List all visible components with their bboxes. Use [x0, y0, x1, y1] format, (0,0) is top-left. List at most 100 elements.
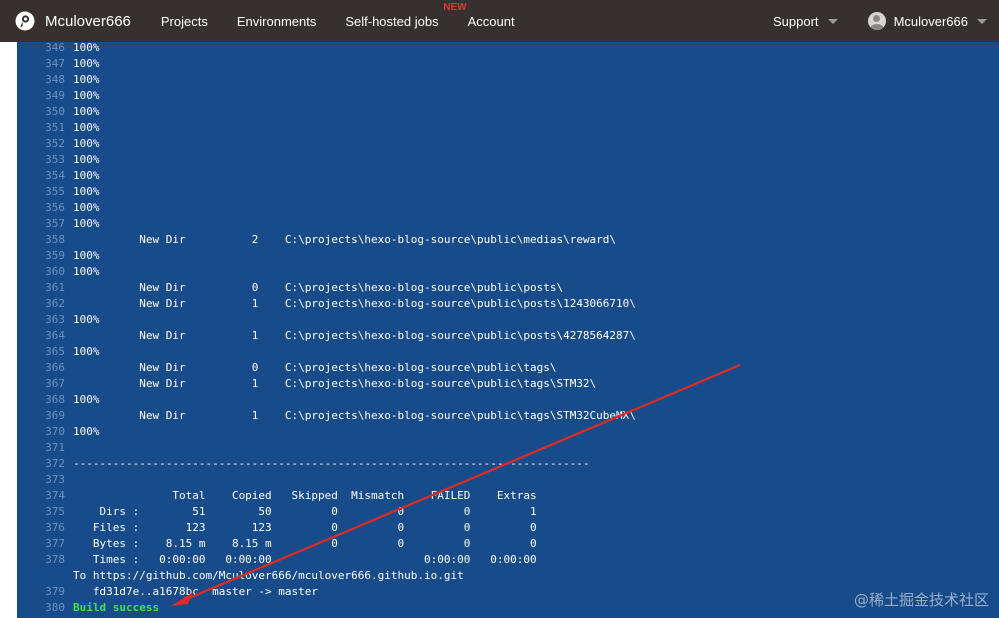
log-line: 360 100%: [17, 264, 636, 280]
log-text: 100%: [73, 153, 100, 166]
log-line: 369 New Dir 1 C:\projects\hexo-blog-sour…: [17, 408, 636, 424]
log-line: 367 New Dir 1 C:\projects\hexo-blog-sour…: [17, 376, 636, 392]
log-line: 372 -------------------------------------…: [17, 456, 636, 472]
log-line: 377 Bytes : 8.15 m 8.15 m 0 0 0 0: [17, 536, 636, 552]
line-number: 351: [45, 121, 65, 134]
line-number: 348: [45, 73, 65, 86]
line-number: 379: [45, 585, 65, 598]
log-line: 346 100%: [17, 42, 636, 56]
log-line: 356 100%: [17, 200, 636, 216]
line-number: 366: [45, 361, 65, 374]
line-number: 375: [45, 505, 65, 518]
log-line: 361 New Dir 0 C:\projects\hexo-blog-sour…: [17, 280, 636, 296]
avatar-icon: [867, 12, 886, 30]
log-text: Total Copied Skipped Mismatch FAILED Ext…: [73, 489, 537, 502]
top-navigation-bar: Mculover666 Projects Environments Self-h…: [0, 0, 999, 42]
log-line: 354 100%: [17, 168, 636, 184]
line-number: 357: [45, 217, 65, 230]
log-line: 368 100%: [17, 392, 636, 408]
nav-projects[interactable]: Projects: [161, 14, 208, 29]
line-number: 372: [45, 457, 65, 470]
user-menu[interactable]: Mculover666: [867, 12, 987, 30]
log-text: New Dir 0 C:\projects\hexo-blog-source\p…: [73, 281, 564, 294]
log-text: New Dir 1 C:\projects\hexo-blog-source\p…: [73, 377, 597, 390]
line-number: 365: [45, 345, 65, 358]
log-text: Files : 123 123 0 0 0 0: [73, 521, 537, 534]
log-line: 348 100%: [17, 72, 636, 88]
line-number: 353: [45, 153, 65, 166]
log-line: 373: [17, 472, 636, 488]
nav-account[interactable]: Account: [468, 14, 515, 29]
log-line: 371: [17, 440, 636, 456]
log-text: 100%: [73, 73, 100, 86]
line-number: 374: [45, 489, 65, 502]
log-line: 376 Files : 123 123 0 0 0 0: [17, 520, 636, 536]
log-line: 378 Times : 0:00:00 0:00:00 0:00:00 0:00…: [17, 552, 636, 568]
line-number: 350: [45, 105, 65, 118]
log-text: fd31d7e..a1678bc master -> master: [73, 585, 319, 598]
support-menu[interactable]: Support: [773, 14, 838, 29]
line-number: 346: [45, 42, 65, 54]
log-line: 357 100%: [17, 216, 636, 232]
log-line: 358 New Dir 2 C:\projects\hexo-blog-sour…: [17, 232, 636, 248]
log-text: New Dir 0 C:\projects\hexo-blog-source\p…: [73, 361, 557, 374]
log-line: 350 100%: [17, 104, 636, 120]
log-text: 100%: [73, 313, 100, 326]
line-number: 368: [45, 393, 65, 406]
log-text: 100%: [73, 137, 100, 150]
line-number: 364: [45, 329, 65, 342]
log-text: New Dir 1 C:\projects\hexo-blog-source\p…: [73, 297, 636, 310]
log-text: 100%: [73, 249, 100, 262]
log-text: 100%: [73, 265, 100, 278]
nav-self-hosted-jobs[interactable]: Self-hosted jobs NEW: [345, 2, 466, 29]
line-number: 362: [45, 297, 65, 310]
line-number: 347: [45, 57, 65, 70]
line-number: 377: [45, 537, 65, 550]
log-text: Times : 0:00:00 0:00:00 0:00:00 0:00:00: [73, 553, 537, 566]
log-text: Dirs : 51 50 0 0 0 1: [73, 505, 537, 518]
log-text: ----------------------------------------…: [73, 457, 590, 470]
build-console-log[interactable]: 346 100% 347 100% 348 100% 349 100% 350 100% 351 10…: [17, 42, 999, 618]
log-text: To https://github.com/Mculover666/mculov…: [73, 569, 464, 582]
log-line: 365 100%: [17, 344, 636, 360]
log-text: 100%: [73, 425, 100, 438]
log-line: To https://github.com/Mculover666/mculov…: [17, 568, 636, 584]
log-text: 100%: [73, 185, 100, 198]
chevron-down-icon: [827, 18, 838, 24]
line-number: 352: [45, 137, 65, 150]
log-text: 100%: [73, 105, 100, 118]
log-line: 370 100%: [17, 424, 636, 440]
log-line: 352 100%: [17, 136, 636, 152]
line-number: 378: [45, 553, 65, 566]
line-number: 361: [45, 281, 65, 294]
log-text: 100%: [73, 42, 100, 54]
log-text: 100%: [73, 201, 100, 214]
log-line: 347 100%: [17, 56, 636, 72]
log-line: 355 100%: [17, 184, 636, 200]
nav-environments[interactable]: Environments: [237, 14, 316, 29]
nav-self-hosted-jobs-label: Self-hosted jobs: [345, 13, 439, 29]
log-text: 100%: [73, 393, 100, 406]
log-text: 100%: [73, 345, 100, 358]
log-line: 349 100%: [17, 88, 636, 104]
watermark: @稀土掘金技术社区: [853, 591, 989, 609]
line-number: 355: [45, 185, 65, 198]
log-lines: 346 100% 347 100% 348 100% 349 100% 350 100% 351 10…: [17, 42, 636, 616]
build-success-text: Build success: [73, 601, 160, 614]
log-text: 100%: [73, 169, 100, 182]
support-label: Support: [773, 13, 819, 29]
log-line: 353 100%: [17, 152, 636, 168]
appveyor-logo-icon[interactable]: [14, 10, 36, 32]
brand-name[interactable]: Mculover666: [45, 13, 131, 30]
log-line: 351 100%: [17, 120, 636, 136]
line-number: 376: [45, 521, 65, 534]
log-text: New Dir 1 C:\projects\hexo-blog-source\p…: [73, 329, 636, 342]
log-line: 374 Total Copied Skipped Mismatch FAILED…: [17, 488, 636, 504]
line-number: 370: [45, 425, 65, 438]
line-number: 373: [45, 473, 65, 486]
log-text: 100%: [73, 89, 100, 102]
line-number: 369: [45, 409, 65, 422]
log-line: 375 Dirs : 51 50 0 0 0 1: [17, 504, 636, 520]
line-number: 380: [45, 601, 65, 614]
user-name: Mculover666: [893, 13, 968, 29]
